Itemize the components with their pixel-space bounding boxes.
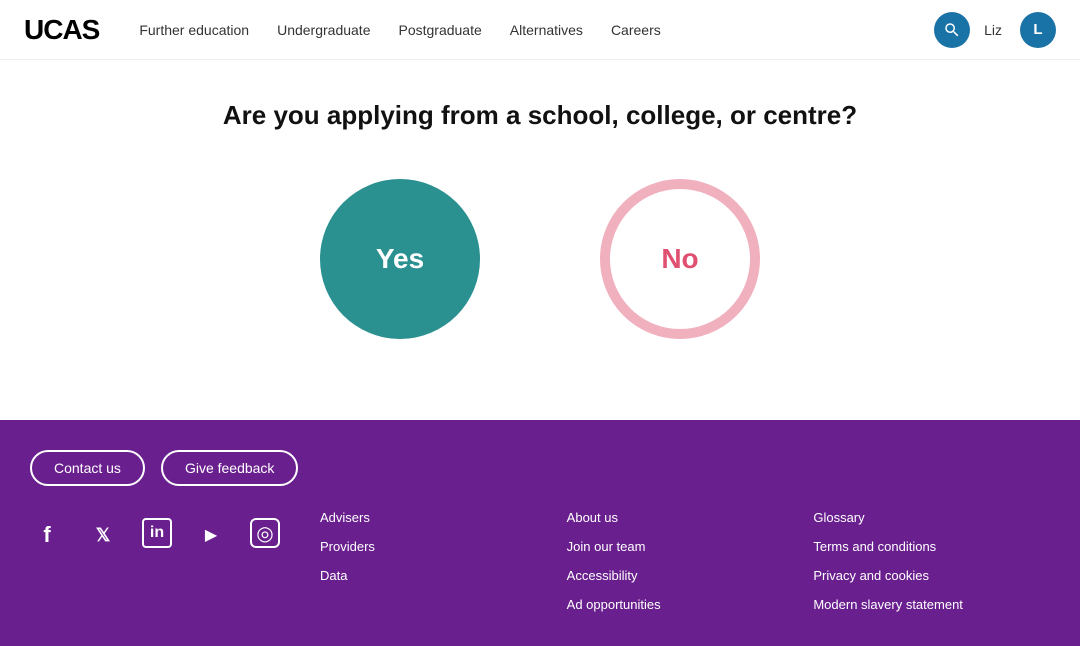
contact-us-button[interactable]: Contact us (30, 450, 145, 486)
footer-link-terms[interactable]: Terms and conditions (813, 539, 1040, 554)
nav-undergraduate[interactable]: Undergraduate (277, 22, 370, 38)
nav-careers[interactable]: Careers (611, 22, 661, 38)
give-feedback-button[interactable]: Give feedback (161, 450, 299, 486)
search-icon (943, 21, 961, 39)
youtube-icon[interactable]: ▶ (194, 518, 228, 552)
nav-further-education[interactable]: Further education (139, 22, 249, 38)
footer-col-2: About us Join our team Accessibility Ad … (557, 510, 804, 626)
linkedin-icon[interactable]: in (142, 518, 172, 548)
footer: Contact us Give feedback f 𝕏 in ▶ ◎ Advi… (0, 420, 1080, 646)
footer-top: Contact us Give feedback (30, 450, 1050, 486)
no-label: No (661, 243, 698, 275)
instagram-icon[interactable]: ◎ (250, 518, 280, 548)
footer-link-providers[interactable]: Providers (320, 539, 547, 554)
footer-bottom: f 𝕏 in ▶ ◎ Advisers Providers Data About… (30, 510, 1050, 626)
main-nav: Further education Undergraduate Postgrad… (139, 22, 934, 38)
footer-link-modern-slavery[interactable]: Modern slavery statement (813, 597, 1040, 612)
footer-link-join-our-team[interactable]: Join our team (567, 539, 794, 554)
search-button[interactable] (934, 12, 970, 48)
user-name-label: Liz (984, 22, 1002, 38)
logo[interactable]: UCAS (24, 14, 99, 46)
no-button[interactable]: No (600, 179, 760, 339)
footer-col-3: Glossary Terms and conditions Privacy an… (803, 510, 1050, 626)
footer-social: f 𝕏 in ▶ ◎ (30, 510, 310, 626)
nav-postgraduate[interactable]: Postgraduate (398, 22, 481, 38)
main-content: Are you applying from a school, college,… (0, 60, 1080, 420)
footer-link-ad-opportunities[interactable]: Ad opportunities (567, 597, 794, 612)
header-right: Liz L (934, 12, 1056, 48)
footer-col-1: Advisers Providers Data (310, 510, 557, 626)
footer-columns: Advisers Providers Data About us Join ou… (310, 510, 1050, 626)
footer-link-advisers[interactable]: Advisers (320, 510, 547, 525)
user-avatar[interactable]: L (1020, 12, 1056, 48)
nav-alternatives[interactable]: Alternatives (510, 22, 583, 38)
footer-link-glossary[interactable]: Glossary (813, 510, 1040, 525)
yes-label: Yes (376, 243, 424, 275)
footer-link-about-us[interactable]: About us (567, 510, 794, 525)
header: UCAS Further education Undergraduate Pos… (0, 0, 1080, 60)
question-heading: Are you applying from a school, college,… (223, 100, 857, 131)
twitter-icon[interactable]: 𝕏 (86, 518, 120, 552)
social-icons-row: f 𝕏 in ▶ ◎ (30, 518, 310, 552)
yes-button[interactable]: Yes (320, 179, 480, 339)
facebook-icon[interactable]: f (30, 518, 64, 552)
choice-buttons: Yes No (320, 179, 760, 339)
